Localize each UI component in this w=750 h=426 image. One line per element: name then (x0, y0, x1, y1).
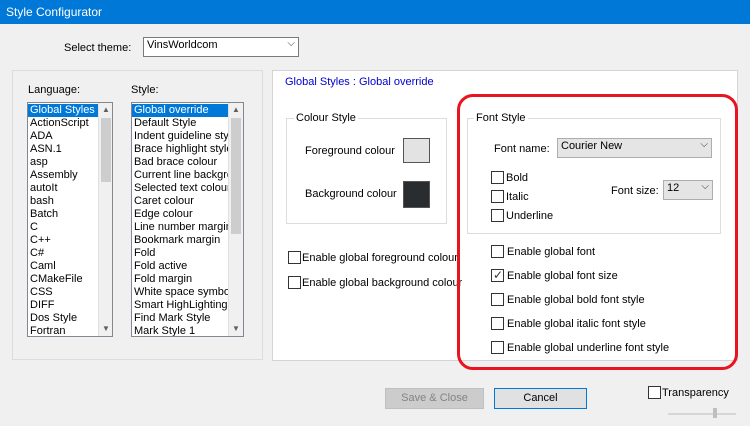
background-colour-swatch[interactable] (403, 181, 430, 208)
scroll-down-icon[interactable]: ▼ (99, 322, 112, 336)
enable-global-background-label: Enable global background colour (302, 277, 463, 289)
list-item[interactable]: CMakeFile (28, 273, 98, 286)
list-item[interactable]: C# (28, 247, 98, 260)
list-item[interactable]: Default Style (132, 117, 228, 130)
style-label: Style: (131, 84, 159, 96)
close-icon[interactable] (722, 4, 740, 20)
transparency-checkbox[interactable] (648, 386, 661, 399)
list-item[interactable]: C++ (28, 234, 98, 247)
list-item[interactable]: bash (28, 195, 98, 208)
scroll-thumb[interactable] (231, 118, 241, 234)
list-item[interactable]: Fold (132, 247, 228, 260)
list-item[interactable]: White space symbol (132, 286, 228, 299)
list-item[interactable]: Bad brace colour (132, 156, 228, 169)
language-items: Global Styles ActionScript ADA ASN.1 asp Asse… (28, 104, 98, 336)
breadcrumb: Global Styles : Global override (285, 76, 434, 88)
list-item[interactable]: Find Mark Style (132, 312, 228, 325)
title-bar: Style Configurator (0, 0, 750, 24)
enable-global-foreground-checkbox[interactable] (288, 251, 301, 264)
list-item[interactable]: C (28, 221, 98, 234)
list-item[interactable]: Global override (132, 104, 228, 117)
scroll-down-icon[interactable]: ▼ (229, 322, 243, 336)
style-scrollbar[interactable]: ▲ ▼ (228, 103, 243, 336)
list-item[interactable]: Line number margin (132, 221, 228, 234)
list-item[interactable]: ActionScript (28, 117, 98, 130)
list-item[interactable]: Global Styles (28, 104, 98, 117)
list-item[interactable]: Batch (28, 208, 98, 221)
colour-style-title: Colour Style (294, 112, 358, 124)
style-list[interactable]: Global override Default Style Indent guide… (131, 102, 244, 337)
foreground-colour-label: Foreground colour (305, 145, 395, 157)
list-item[interactable]: Indent guideline style (132, 130, 228, 143)
list-item[interactable]: Caml (28, 260, 98, 273)
cancel-button[interactable]: Cancel (494, 388, 587, 409)
list-item[interactable]: Edge colour (132, 208, 228, 221)
transparency-slider-track[interactable] (668, 413, 736, 415)
scroll-up-icon[interactable]: ▲ (99, 103, 112, 117)
list-item[interactable]: Brace highlight style (132, 143, 228, 156)
save-close-button[interactable]: Save & Close (385, 388, 484, 409)
list-item[interactable]: Mark Style 1 (132, 325, 228, 336)
list-item[interactable]: Current line background (132, 169, 228, 182)
theme-value: VinsWorldcom (147, 39, 218, 51)
list-item[interactable]: Bookmark margin (132, 234, 228, 247)
enable-global-background-checkbox[interactable] (288, 276, 301, 289)
theme-dropdown[interactable]: VinsWorldcom ⌵ (143, 37, 299, 57)
scroll-thumb[interactable] (101, 118, 111, 182)
enable-global-foreground-label: Enable global foreground colour (302, 252, 458, 264)
list-item[interactable]: Assembly (28, 169, 98, 182)
language-label: Language: (28, 84, 80, 96)
list-item[interactable]: ADA (28, 130, 98, 143)
list-item[interactable]: DIFF (28, 299, 98, 312)
list-item[interactable]: Caret colour (132, 195, 228, 208)
list-item[interactable]: Smart HighLighting (132, 299, 228, 312)
transparency-label: Transparency (662, 387, 729, 399)
highlight-annotation (457, 94, 738, 370)
window-title: Style Configurator (6, 5, 103, 19)
foreground-colour-swatch[interactable] (403, 138, 430, 163)
colour-style-group (286, 118, 447, 224)
scroll-up-icon[interactable]: ▲ (229, 103, 243, 117)
list-item[interactable]: Fold active (132, 260, 228, 273)
transparency-slider-thumb[interactable] (713, 408, 717, 418)
list-item[interactable]: asp (28, 156, 98, 169)
select-theme-label: Select theme: (64, 42, 132, 54)
list-item[interactable]: Selected text colour (132, 182, 228, 195)
list-item[interactable]: autoIt (28, 182, 98, 195)
chevron-down-icon: ⌵ (287, 38, 295, 49)
list-item[interactable]: ASN.1 (28, 143, 98, 156)
list-item[interactable]: Fold margin (132, 273, 228, 286)
language-list[interactable]: Global Styles ActionScript ADA ASN.1 asp Asse… (27, 102, 113, 337)
list-item[interactable]: Dos Style (28, 312, 98, 325)
style-items: Global override Default Style Indent guide… (132, 104, 228, 336)
background-colour-label: Background colour (305, 188, 397, 200)
list-item[interactable]: Fortran (28, 325, 98, 336)
list-item[interactable]: CSS (28, 286, 98, 299)
language-scrollbar[interactable]: ▲ ▼ (98, 103, 112, 336)
